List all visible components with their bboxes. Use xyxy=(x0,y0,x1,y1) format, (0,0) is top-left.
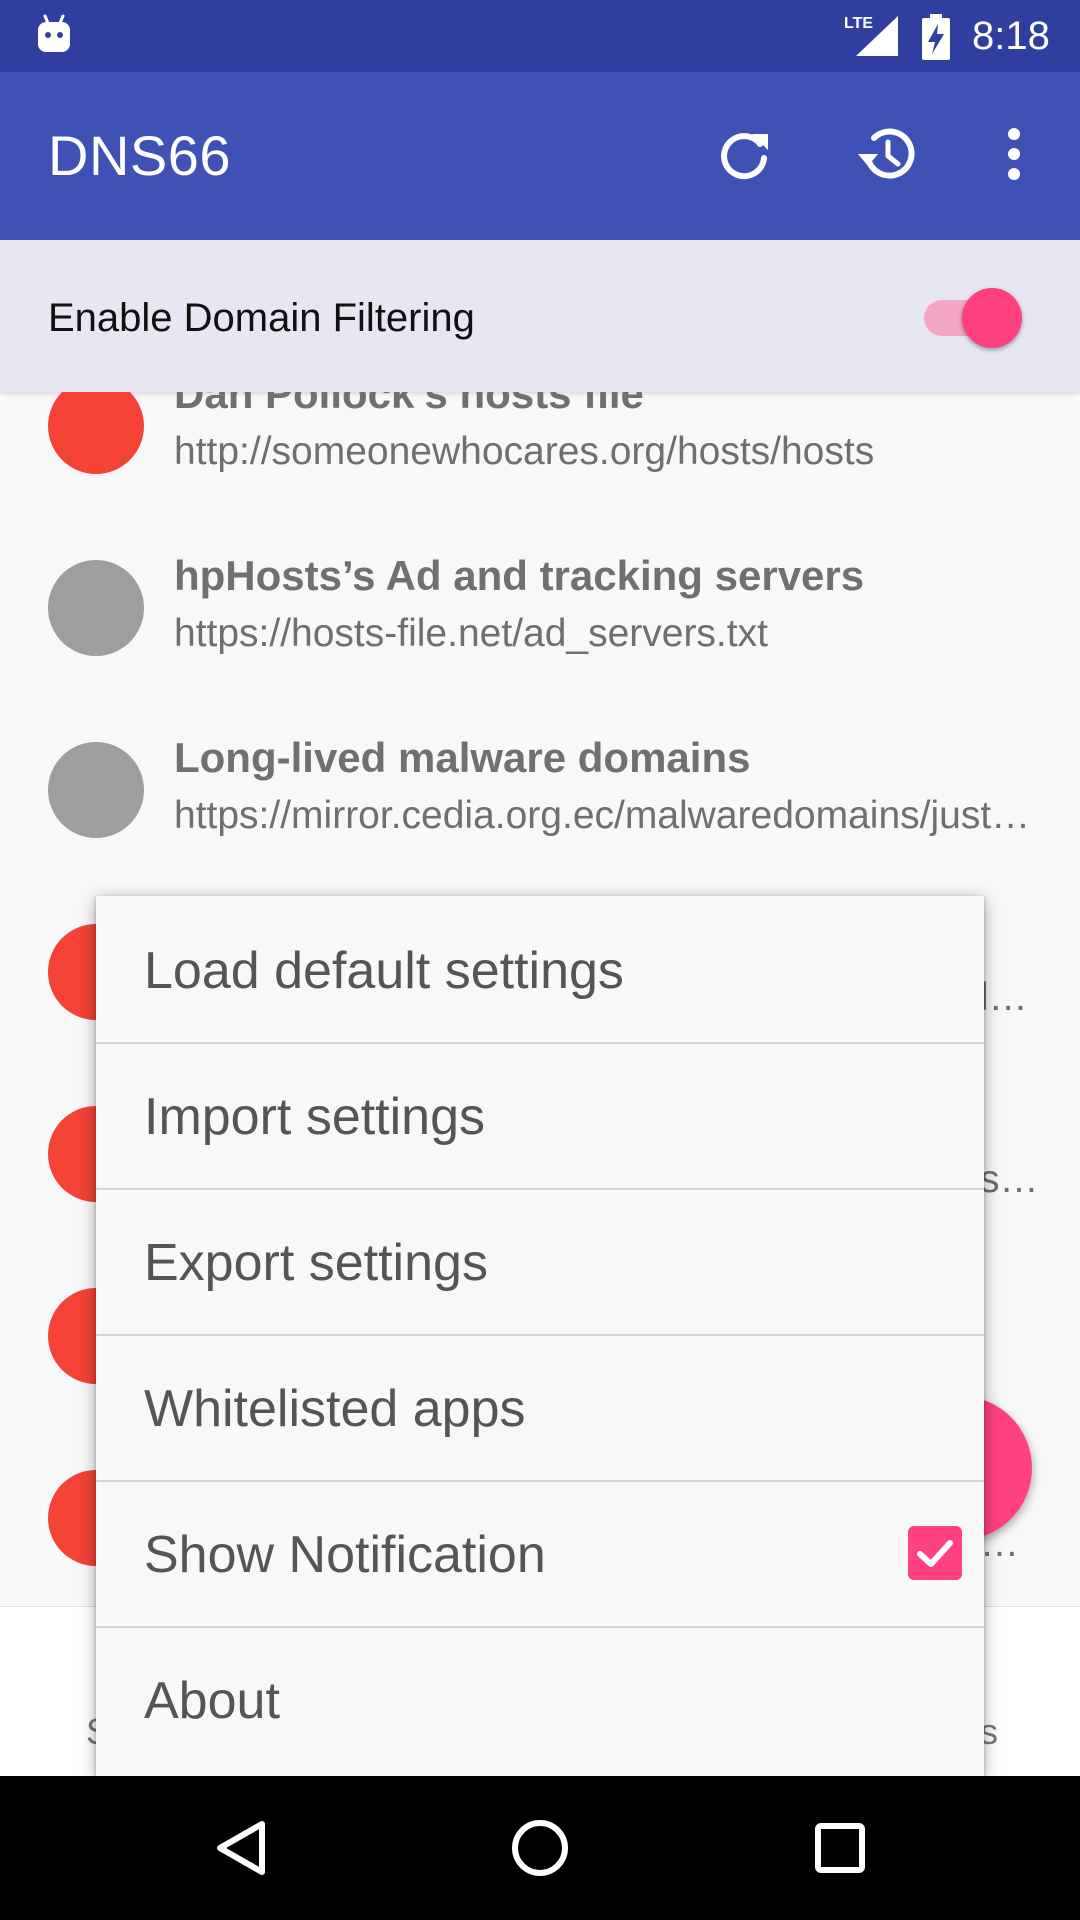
refresh-icon[interactable] xyxy=(708,118,780,190)
lte-signal-icon: LTE xyxy=(842,12,902,58)
domain-filtering-label: Enable Domain Filtering xyxy=(48,296,475,340)
app-title: DNS66 xyxy=(48,124,232,187)
list-item[interactable]: Dan Pollock’s hosts file http://someonew… xyxy=(0,392,1080,516)
svg-text:LTE: LTE xyxy=(844,15,873,32)
status-bar: LTE 8:18 xyxy=(0,0,1080,72)
menu-item-load-default-settings[interactable]: Load default settings xyxy=(96,896,984,1044)
host-state-dot[interactable] xyxy=(48,742,144,838)
menu-item-label: Import settings xyxy=(144,1088,486,1146)
host-url: https://mirror.cedia.org.ec/malwaredomai… xyxy=(174,794,1034,837)
menu-item-export-settings[interactable]: Export settings xyxy=(96,1188,984,1336)
menu-item-about[interactable]: About xyxy=(96,1626,984,1772)
host-url: https://hosts-file.net/ad_servers.txt xyxy=(174,612,768,655)
show-notification-checkbox[interactable] xyxy=(908,1526,962,1580)
domain-filtering-switch[interactable] xyxy=(962,288,1022,348)
host-state-dot[interactable] xyxy=(48,392,144,474)
list-item[interactable]: Long-lived malware domains https://mirro… xyxy=(0,698,1080,880)
app-bar: DNS66 xyxy=(0,72,1080,240)
home-icon[interactable] xyxy=(504,1812,576,1884)
back-icon[interactable] xyxy=(206,1812,278,1884)
check-icon xyxy=(917,1540,953,1567)
host-url: s… xyxy=(980,1158,1039,1201)
host-state-dot[interactable] xyxy=(48,560,144,656)
domain-filtering-row[interactable]: Enable Domain Filtering xyxy=(0,240,1080,392)
history-icon[interactable] xyxy=(850,118,922,190)
host-url: http://someonewhocares.org/hosts/hosts xyxy=(174,430,875,473)
android-robot-icon xyxy=(36,14,72,54)
menu-item-import-settings[interactable]: Import settings xyxy=(96,1042,984,1190)
menu-item-label: About xyxy=(144,1672,280,1730)
host-title: Dan Pollock’s hosts file xyxy=(174,392,644,417)
host-title: Long-lived malware domains xyxy=(174,734,751,781)
overflow-menu: Load default settings Import settings Ex… xyxy=(96,896,984,1776)
host-url: l… xyxy=(980,976,1028,1019)
list-item[interactable]: hpHosts’s Ad and tracking servers https:… xyxy=(0,516,1080,698)
host-title: hpHosts’s Ad and tracking servers xyxy=(174,552,865,599)
overflow-menu-icon[interactable] xyxy=(978,118,1050,190)
menu-item-show-notification[interactable]: Show Notification xyxy=(96,1480,984,1628)
menu-item-whitelisted-apps[interactable]: Whitelisted apps xyxy=(96,1334,984,1482)
menu-item-label: Export settings xyxy=(144,1234,488,1292)
menu-item-label: Load default settings xyxy=(144,942,624,1000)
status-time: 8:18 xyxy=(972,14,1050,58)
menu-item-label: Show Notification xyxy=(144,1526,546,1584)
battery-charging-icon xyxy=(920,14,952,60)
menu-item-label: Whitelisted apps xyxy=(144,1380,526,1438)
navigation-bar xyxy=(0,1776,1080,1920)
recents-icon[interactable] xyxy=(804,1812,876,1884)
